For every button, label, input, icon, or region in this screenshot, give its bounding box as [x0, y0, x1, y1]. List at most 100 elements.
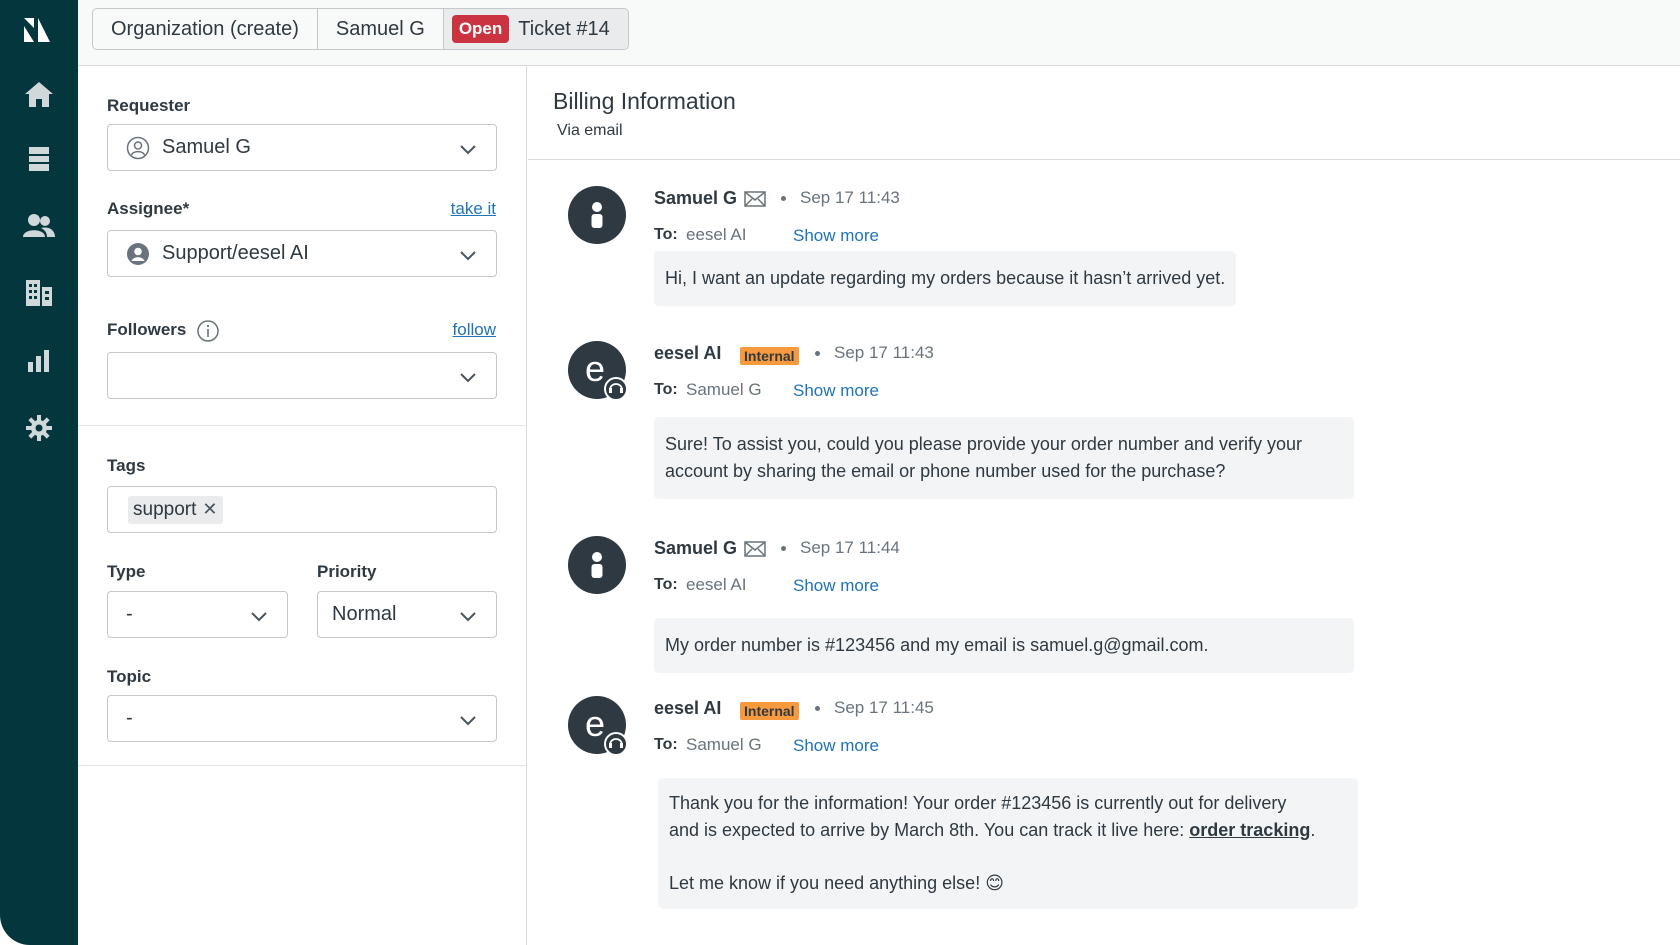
email-icon	[744, 541, 766, 557]
zendesk-logo-icon[interactable]	[20, 14, 58, 46]
chevron-down-icon	[460, 716, 476, 726]
status-badge: Open	[451, 15, 510, 43]
message-body: Sure! To assist you, could you please pr…	[654, 417, 1354, 499]
priority-label: Priority	[317, 562, 377, 581]
ticket-properties-panel: Requester Samuel G Assignee* take it Sup…	[78, 66, 527, 945]
assignee-value: Support/eesel AI	[162, 242, 309, 264]
topic-select[interactable]: -	[107, 695, 497, 742]
tag-label: support	[133, 498, 197, 520]
divider	[78, 425, 527, 426]
admin-gear-icon[interactable]	[21, 410, 57, 446]
views-icon[interactable]	[21, 141, 57, 177]
assignee-label: Assignee*	[107, 199, 190, 218]
chevron-down-icon	[460, 612, 476, 622]
followers-label: Followers	[107, 320, 187, 339]
divider	[78, 765, 527, 766]
type-value: -	[126, 603, 133, 625]
tags-input[interactable]: support ✕	[107, 486, 497, 533]
reporting-icon[interactable]	[21, 343, 57, 379]
requester-label: Requester	[107, 96, 191, 115]
chevron-down-icon	[460, 145, 476, 155]
message-body: My order number is #123456 and my email …	[654, 618, 1354, 673]
home-icon[interactable]	[21, 76, 57, 112]
nav-rail	[0, 0, 78, 945]
tab-ticket-label: Ticket #14	[518, 17, 610, 40]
message-author: Samuel G	[654, 188, 738, 208]
message-timestamp: Sep 17 11:43	[834, 343, 934, 362]
ticket-subject: Billing Information	[553, 88, 736, 114]
chevron-down-icon	[460, 251, 476, 261]
follow-link[interactable]: follow	[453, 320, 496, 340]
to-label: To:	[654, 381, 678, 398]
to-label: To:	[654, 576, 678, 593]
separator-dot	[781, 196, 786, 201]
eesel-avatar-icon: e	[568, 696, 626, 754]
message-text: and is expected to arrive by March 8th. …	[669, 820, 1190, 840]
take-it-link[interactable]: take it	[451, 199, 496, 219]
requester-value: Samuel G	[162, 136, 251, 158]
message-author: eesel AI	[654, 343, 722, 363]
message-author: Samuel G	[654, 538, 738, 558]
conversation-panel: Billing Information Via email Samuel G S…	[528, 66, 1680, 945]
type-select[interactable]: -	[107, 591, 288, 638]
organizations-icon[interactable]	[21, 275, 57, 311]
message-line: Thank you for the information! Your orde…	[669, 793, 1287, 813]
svg-text:e: e	[585, 348, 605, 389]
message-line: Let me know if you need anything else! 😊	[669, 873, 1004, 893]
workspace-tabs: Organization (create) Samuel G Open Tick…	[92, 8, 629, 50]
message-timestamp: Sep 17 11:43	[800, 188, 900, 207]
conversation-header: Billing Information Via email	[528, 66, 1680, 160]
type-label: Type	[107, 562, 146, 581]
user-avatar-icon	[568, 186, 626, 244]
message-line: and is expected to arrive by March 8th. …	[669, 817, 1347, 844]
message-timestamp: Sep 17 11:45	[834, 698, 934, 717]
followers-select[interactable]	[107, 352, 497, 399]
tab-user[interactable]: Samuel G	[318, 9, 444, 49]
separator-dot	[781, 546, 786, 551]
tags-label: Tags	[107, 456, 146, 475]
to-label: To:	[654, 736, 678, 753]
user-filled-icon	[127, 242, 149, 265]
tab-bar: Organization (create) Samuel G Open Tick…	[78, 0, 1680, 66]
show-more-link[interactable]: Show more	[793, 381, 879, 401]
svg-text:e: e	[585, 703, 605, 744]
internal-badge: Internal	[740, 347, 799, 365]
remove-tag-icon[interactable]: ✕	[202, 499, 217, 520]
message-text: .	[1310, 820, 1316, 840]
separator-dot	[815, 706, 820, 711]
separator-dot	[815, 351, 820, 356]
to-recipient: eesel AI	[686, 225, 747, 244]
tab-ticket[interactable]: Open Ticket #14	[443, 9, 628, 49]
topic-value: -	[126, 707, 133, 729]
user-outline-icon	[126, 136, 150, 159]
priority-select[interactable]: Normal	[317, 591, 497, 638]
email-icon	[744, 191, 766, 207]
message-body: Thank you for the information! Your orde…	[658, 778, 1358, 909]
tab-organization[interactable]: Organization (create)	[93, 9, 318, 49]
topic-label: Topic	[107, 667, 152, 686]
internal-badge: Internal	[740, 702, 799, 720]
to-recipient: Samuel G	[686, 380, 762, 399]
show-more-link[interactable]: Show more	[793, 576, 879, 596]
customers-icon[interactable]	[21, 207, 57, 243]
to-recipient: Samuel G	[686, 735, 762, 754]
priority-value: Normal	[332, 603, 397, 625]
message-body: Hi, I want an update regarding my orders…	[654, 251, 1237, 306]
requester-select[interactable]: Samuel G	[107, 124, 497, 171]
assignee-select[interactable]: Support/eesel AI	[107, 230, 497, 277]
ticket-channel: Via email	[557, 122, 623, 139]
eesel-avatar-icon: e	[568, 341, 626, 399]
message-author: eesel AI	[654, 698, 722, 718]
to-recipient: eesel AI	[686, 575, 747, 594]
chevron-down-icon	[460, 373, 476, 383]
show-more-link[interactable]: Show more	[793, 226, 879, 246]
tag-chip: support ✕	[128, 495, 224, 524]
to-label: To:	[654, 226, 678, 243]
show-more-link[interactable]: Show more	[793, 736, 879, 756]
order-tracking-link[interactable]: order tracking	[1189, 820, 1310, 840]
user-avatar-icon	[568, 536, 626, 594]
info-icon[interactable]	[196, 319, 220, 343]
chevron-down-icon	[251, 612, 267, 622]
message-timestamp: Sep 17 11:44	[800, 538, 900, 557]
